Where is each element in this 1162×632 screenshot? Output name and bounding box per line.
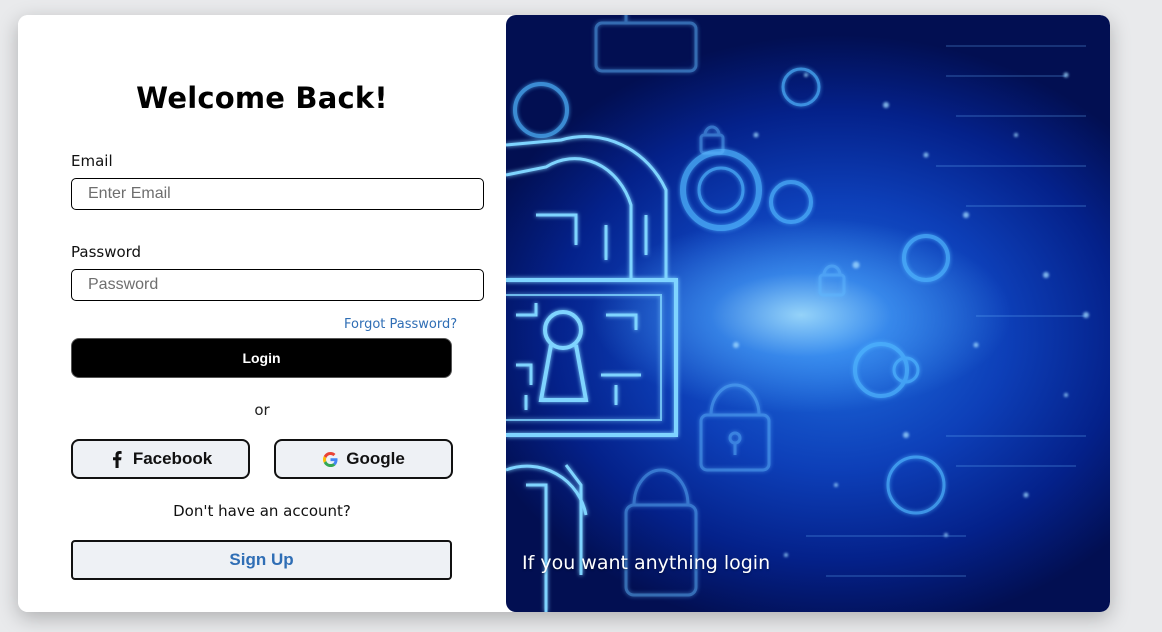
- login-button[interactable]: Login: [71, 338, 452, 378]
- login-card: Welcome Back! Email Password Forgot Pass…: [18, 15, 1110, 612]
- forgot-password-link[interactable]: Forgot Password?: [344, 317, 457, 332]
- email-field[interactable]: [71, 178, 484, 210]
- or-divider-text: or: [254, 401, 270, 419]
- facebook-button-label: Facebook: [132, 449, 213, 468]
- facebook-icon: [109, 450, 125, 468]
- no-account-text: Don't have an account?: [173, 502, 351, 520]
- page-title: Welcome Back!: [136, 81, 388, 115]
- password-label: Password: [71, 243, 142, 261]
- sign-up-button[interactable]: Sign Up: [71, 540, 452, 580]
- login-form-pane: Welcome Back! Email Password Forgot Pass…: [18, 15, 506, 612]
- google-login-button[interactable]: Google: [274, 439, 453, 479]
- google-icon: [322, 450, 338, 468]
- password-field[interactable]: [71, 269, 484, 301]
- google-button-label: Google: [346, 449, 405, 468]
- facebook-login-button[interactable]: Facebook: [71, 439, 250, 479]
- hero-caption: If you want anything login: [522, 552, 771, 574]
- hero-image: If you want anything login: [506, 15, 1110, 612]
- email-label: Email: [71, 152, 113, 170]
- circuit-padlock-illustration: [506, 15, 1089, 612]
